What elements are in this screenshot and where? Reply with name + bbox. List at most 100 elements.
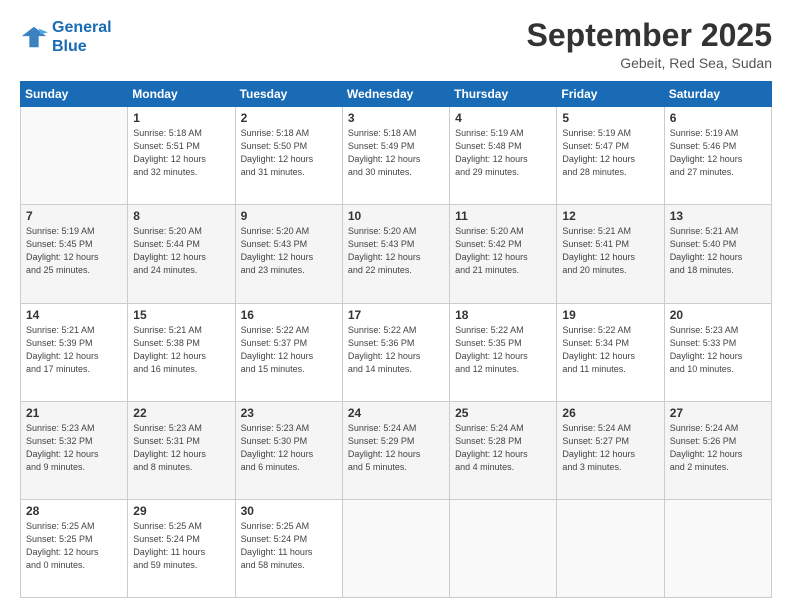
day-number: 20 (670, 308, 766, 322)
day-info: Sunrise: 5:18 AMSunset: 5:51 PMDaylight:… (133, 127, 229, 179)
calendar-cell: 13Sunrise: 5:21 AMSunset: 5:40 PMDayligh… (664, 205, 771, 303)
day-info: Sunrise: 5:23 AMSunset: 5:32 PMDaylight:… (26, 422, 122, 474)
day-number: 9 (241, 209, 337, 223)
day-info: Sunrise: 5:18 AMSunset: 5:50 PMDaylight:… (241, 127, 337, 179)
calendar-cell: 28 Sunrise: 5:25 AMSunset: 5:25 PMDayligh… (21, 499, 128, 597)
calendar-cell: 7 Sunrise: 5:19 AMSunset: 5:45 PMDaylight… (21, 205, 128, 303)
day-number: 29 (133, 504, 229, 518)
day-info: Sunrise: 5:20 AMSunset: 5:43 PMDaylight:… (241, 225, 337, 277)
calendar-cell: 23 Sunrise: 5:23 AMSunset: 5:30 PMDayligh… (235, 401, 342, 499)
day-info: Sunrise: 5:20 AMSunset: 5:44 PMDaylight:… (133, 225, 229, 277)
title-block: September 2025 Gebeit, Red Sea, Sudan (527, 18, 772, 71)
calendar-cell (342, 499, 449, 597)
day-info: Sunrise: 5:22 AMSunset: 5:37 PMDaylight:… (241, 324, 337, 376)
day-number: 17 (348, 308, 444, 322)
day-info: Sunrise: 5:19 AMSunset: 5:48 PMDaylight:… (455, 127, 551, 179)
day-info: Sunrise: 5:24 AMSunset: 5:27 PMDaylight:… (562, 422, 658, 474)
day-info: Sunrise: 5:21 AMSunset: 5:41 PMDaylight:… (562, 225, 658, 277)
calendar-cell: 8Sunrise: 5:20 AMSunset: 5:44 PMDaylight… (128, 205, 235, 303)
day-info: Sunrise: 5:21 AMSunset: 5:38 PMDaylight:… (133, 324, 229, 376)
calendar-cell: 3Sunrise: 5:18 AMSunset: 5:49 PMDaylight… (342, 107, 449, 205)
day-number: 4 (455, 111, 551, 125)
calendar-cell: 25 Sunrise: 5:24 AMSunset: 5:28 PMDayligh… (450, 401, 557, 499)
day-number: 15 (133, 308, 229, 322)
day-info: Sunrise: 5:22 AMSunset: 5:35 PMDaylight:… (455, 324, 551, 376)
day-info: Sunrise: 5:24 AMSunset: 5:26 PMDaylight:… (670, 422, 766, 474)
day-number: 30 (241, 504, 337, 518)
calendar-cell (664, 499, 771, 597)
day-number: 11 (455, 209, 551, 223)
calendar-header-row: SundayMondayTuesdayWednesdayThursdayFrid… (21, 82, 772, 107)
day-info: Sunrise: 5:24 AMSunset: 5:28 PMDaylight:… (455, 422, 551, 474)
day-number: 21 (26, 406, 122, 420)
day-number: 23 (241, 406, 337, 420)
calendar-cell: 12Sunrise: 5:21 AMSunset: 5:41 PMDayligh… (557, 205, 664, 303)
calendar-cell: 9 Sunrise: 5:20 AMSunset: 5:43 PMDaylight… (235, 205, 342, 303)
day-number: 6 (670, 111, 766, 125)
calendar-cell: 11 Sunrise: 5:20 AMSunset: 5:42 PMDayligh… (450, 205, 557, 303)
day-info: Sunrise: 5:19 AMSunset: 5:45 PMDaylight:… (26, 225, 122, 277)
day-info: Sunrise: 5:21 AMSunset: 5:39 PMDaylight:… (26, 324, 122, 376)
calendar-cell: 27 Sunrise: 5:24 AMSunset: 5:26 PMDayligh… (664, 401, 771, 499)
calendar-cell: 29 Sunrise: 5:25 AMSunset: 5:24 PMDayligh… (128, 499, 235, 597)
day-number: 27 (670, 406, 766, 420)
day-number: 26 (562, 406, 658, 420)
day-info: Sunrise: 5:20 AMSunset: 5:43 PMDaylight:… (348, 225, 444, 277)
header: General Blue September 2025 Gebeit, Red … (20, 18, 772, 71)
calendar-cell: 24Sunrise: 5:24 AMSunset: 5:29 PMDayligh… (342, 401, 449, 499)
calendar-weekday: Friday (557, 82, 664, 107)
calendar-cell: 18 Sunrise: 5:22 AMSunset: 5:35 PMDayligh… (450, 303, 557, 401)
calendar-cell: 26 Sunrise: 5:24 AMSunset: 5:27 PMDayligh… (557, 401, 664, 499)
day-info: Sunrise: 5:25 AMSunset: 5:25 PMDaylight:… (26, 520, 122, 572)
calendar-weekday: Wednesday (342, 82, 449, 107)
calendar-weekday: Monday (128, 82, 235, 107)
logo-icon (20, 23, 48, 51)
day-number: 25 (455, 406, 551, 420)
calendar-weekday: Thursday (450, 82, 557, 107)
calendar-table: SundayMondayTuesdayWednesdayThursdayFrid… (20, 81, 772, 598)
calendar-cell: 6 Sunrise: 5:19 AMSunset: 5:46 PMDaylight… (664, 107, 771, 205)
day-number: 14 (26, 308, 122, 322)
calendar-cell: 22Sunrise: 5:23 AMSunset: 5:31 PMDayligh… (128, 401, 235, 499)
day-info: Sunrise: 5:20 AMSunset: 5:42 PMDaylight:… (455, 225, 551, 277)
day-number: 1 (133, 111, 229, 125)
day-number: 7 (26, 209, 122, 223)
day-info: Sunrise: 5:19 AMSunset: 5:47 PMDaylight:… (562, 127, 658, 179)
calendar-cell (21, 107, 128, 205)
day-info: Sunrise: 5:25 AMSunset: 5:24 PMDaylight:… (241, 520, 337, 572)
day-number: 22 (133, 406, 229, 420)
calendar-weekday: Saturday (664, 82, 771, 107)
day-info: Sunrise: 5:25 AMSunset: 5:24 PMDaylight:… (133, 520, 229, 572)
calendar-cell: 14 Sunrise: 5:21 AMSunset: 5:39 PMDayligh… (21, 303, 128, 401)
day-number: 28 (26, 504, 122, 518)
calendar-cell: 10 Sunrise: 5:20 AMSunset: 5:43 PMDayligh… (342, 205, 449, 303)
day-number: 18 (455, 308, 551, 322)
day-info: Sunrise: 5:23 AMSunset: 5:33 PMDaylight:… (670, 324, 766, 376)
day-info: Sunrise: 5:18 AMSunset: 5:49 PMDaylight:… (348, 127, 444, 179)
day-number: 10 (348, 209, 444, 223)
month-title: September 2025 (527, 18, 772, 53)
subtitle: Gebeit, Red Sea, Sudan (527, 55, 772, 71)
calendar-cell: 20 Sunrise: 5:23 AMSunset: 5:33 PMDayligh… (664, 303, 771, 401)
calendar-cell (450, 499, 557, 597)
calendar-week-row: 21 Sunrise: 5:23 AMSunset: 5:32 PMDayligh… (21, 401, 772, 499)
calendar-cell: 2 Sunrise: 5:18 AMSunset: 5:50 PMDaylight… (235, 107, 342, 205)
calendar-week-row: 7 Sunrise: 5:19 AMSunset: 5:45 PMDaylight… (21, 205, 772, 303)
day-info: Sunrise: 5:22 AMSunset: 5:34 PMDaylight:… (562, 324, 658, 376)
day-number: 2 (241, 111, 337, 125)
logo-text: General Blue (52, 18, 112, 56)
day-info: Sunrise: 5:19 AMSunset: 5:46 PMDaylight:… (670, 127, 766, 179)
logo-blue: Blue (52, 37, 112, 56)
day-number: 16 (241, 308, 337, 322)
calendar-cell: 5Sunrise: 5:19 AMSunset: 5:47 PMDaylight… (557, 107, 664, 205)
calendar-cell: 16 Sunrise: 5:22 AMSunset: 5:37 PMDayligh… (235, 303, 342, 401)
logo: General Blue (20, 18, 112, 56)
page: General Blue September 2025 Gebeit, Red … (0, 0, 792, 612)
calendar-cell: 21 Sunrise: 5:23 AMSunset: 5:32 PMDayligh… (21, 401, 128, 499)
day-number: 24 (348, 406, 444, 420)
calendar-week-row: 14 Sunrise: 5:21 AMSunset: 5:39 PMDayligh… (21, 303, 772, 401)
day-info: Sunrise: 5:23 AMSunset: 5:30 PMDaylight:… (241, 422, 337, 474)
calendar-cell: 17Sunrise: 5:22 AMSunset: 5:36 PMDayligh… (342, 303, 449, 401)
calendar-weekday: Sunday (21, 82, 128, 107)
calendar-cell (557, 499, 664, 597)
